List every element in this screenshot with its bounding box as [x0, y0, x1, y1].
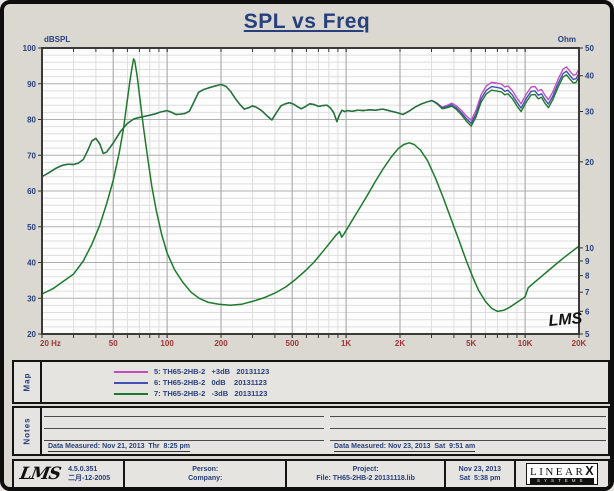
- note-rule: [330, 428, 606, 429]
- notes-column-left: Data Measured: Nov 21, 2013 Thr 8:25 pm: [44, 408, 324, 454]
- company-label: Company:: [188, 474, 222, 483]
- x-tick-label: 5K: [466, 339, 476, 348]
- y-right-tick-label: 5: [585, 330, 590, 339]
- lms-logo: LMS: [18, 464, 62, 484]
- y-right-tick-label: 30: [585, 107, 594, 116]
- y-left-tick-label: 60: [27, 187, 36, 196]
- x-tick-label: 100: [160, 339, 174, 348]
- notes-panel: Notes Data Measured: Nov 21, 2013 Thr 8:…: [12, 406, 610, 456]
- x-tick-label: 200: [214, 339, 228, 348]
- legend-label: 5: TH65-2HB-2 +3dB 20131123: [154, 367, 269, 376]
- note-rule: [330, 416, 606, 417]
- app-version-date: 二月-12-2005: [68, 474, 110, 483]
- y-left-tick-label: 100: [23, 44, 37, 53]
- person-label: Person:: [192, 465, 218, 474]
- notes-panel-strip: Notes: [14, 408, 42, 454]
- y-right-tick-label: 8: [585, 272, 590, 281]
- x-tick-label: 2K: [395, 339, 405, 348]
- y-right-tick-label: 40: [585, 72, 594, 81]
- data-measured-right: Data Measured: Nov 23, 2013 Sat 9:51 am: [334, 443, 475, 452]
- y-left-tick-label: 90: [27, 80, 36, 89]
- status-bar: LMS 4.5.0.351 二月-12-2005 Person: Company…: [12, 459, 610, 489]
- y-right-tick-label: 20: [585, 158, 594, 167]
- status-cell-brand: LINEARX SYSTEMS: [516, 461, 608, 487]
- y-right-tick-label: 10: [585, 244, 594, 253]
- lms-window: SPL vs Freq dBSPLOhm10090807060504030205…: [0, 0, 614, 491]
- y-right-tick-label: 7: [585, 288, 590, 297]
- status-time: Sat 5:38 pm: [459, 474, 500, 483]
- y-left-axis-title: dBSPL: [44, 35, 70, 44]
- x-tick-label: 20 Hz: [40, 339, 61, 348]
- brand-linear: LINEAR: [530, 466, 585, 478]
- brand-x: X: [585, 464, 593, 478]
- legend-label: 7: TH65-2HB-2 -3dB 20131123: [154, 389, 267, 398]
- status-cell-person: Person: Company:: [125, 461, 287, 487]
- y-left-tick-label: 70: [27, 151, 36, 160]
- spl-vs-freq-plot: dBSPL Ohm 100 90 80 70 60 50 40 30 20 50 40 30 20 10 9 8 7…: [4, 4, 614, 356]
- y-left-tick-label: 20: [27, 330, 36, 339]
- brand-systems: SYSTEMS: [530, 478, 594, 484]
- legend-row: 6: TH65-2HB-2 0dB 20131123: [114, 377, 269, 388]
- x-tick-label: 20K: [572, 339, 587, 348]
- notes-column-right: Data Measured: Nov 23, 2013 Sat 9:51 am: [330, 408, 606, 454]
- linearx-logo: LINEARX SYSTEMS: [526, 463, 598, 485]
- y-right-tick-label: 9: [585, 257, 590, 266]
- y-right-tick-label: 50: [585, 44, 594, 53]
- legend-row: 5: TH65-2HB-2 +3dB 20131123: [114, 366, 269, 377]
- legend-line-swatch: [114, 382, 148, 384]
- y-right-axis-title: Ohm: [558, 35, 576, 44]
- note-rule: [44, 440, 324, 441]
- status-date: Nov 23, 2013: [459, 465, 501, 474]
- map-panel-label: Map: [23, 373, 32, 392]
- status-cell-datetime: Nov 23, 2013 Sat 5:38 pm: [446, 461, 516, 487]
- notes-panel-label: Notes: [23, 417, 32, 444]
- note-rule: [44, 428, 324, 429]
- note-rule: [44, 416, 324, 417]
- x-tick-label: 500: [286, 339, 300, 348]
- legend-line-swatch: [114, 393, 148, 395]
- status-cell-project: Project: File: TH65-2HB-2 20131118.lib: [287, 461, 446, 487]
- y-left-tick-label: 40: [27, 259, 36, 268]
- y-left-tick-label: 80: [27, 116, 36, 125]
- legend-row: 7: TH65-2HB-2 -3dB 20131123: [114, 388, 269, 399]
- y-right-tick-label: 6: [585, 307, 590, 316]
- app-version: 4.5.0.351: [68, 465, 110, 474]
- map-panel-strip: Map: [14, 362, 42, 402]
- x-tick-label: 10K: [518, 339, 533, 348]
- legend-line-swatch: [114, 371, 148, 373]
- x-tick-label: 1K: [341, 339, 351, 348]
- note-rule: [330, 440, 606, 441]
- y-left-tick-label: 30: [27, 294, 36, 303]
- curve-legend: 5: TH65-2HB-2 +3dB 20131123 6: TH65-2HB-…: [114, 366, 269, 399]
- y-left-tick-label: 50: [27, 223, 36, 232]
- project-label: Project:: [353, 465, 379, 474]
- status-cell-version: LMS 4.5.0.351 二月-12-2005: [14, 461, 125, 487]
- x-tick-label: 50: [109, 339, 118, 348]
- legend-label: 6: TH65-2HB-2 0dB 20131123: [154, 378, 267, 387]
- file-label: File: TH65-2HB-2 20131118.lib: [316, 474, 414, 483]
- map-panel: Map 5: TH65-2HB-2 +3dB 20131123 6: TH65-…: [12, 360, 610, 404]
- data-measured-left: Data Measured: Nov 21, 2013 Thr 8:25 pm: [48, 443, 190, 452]
- lms-watermark: LMS: [548, 310, 583, 330]
